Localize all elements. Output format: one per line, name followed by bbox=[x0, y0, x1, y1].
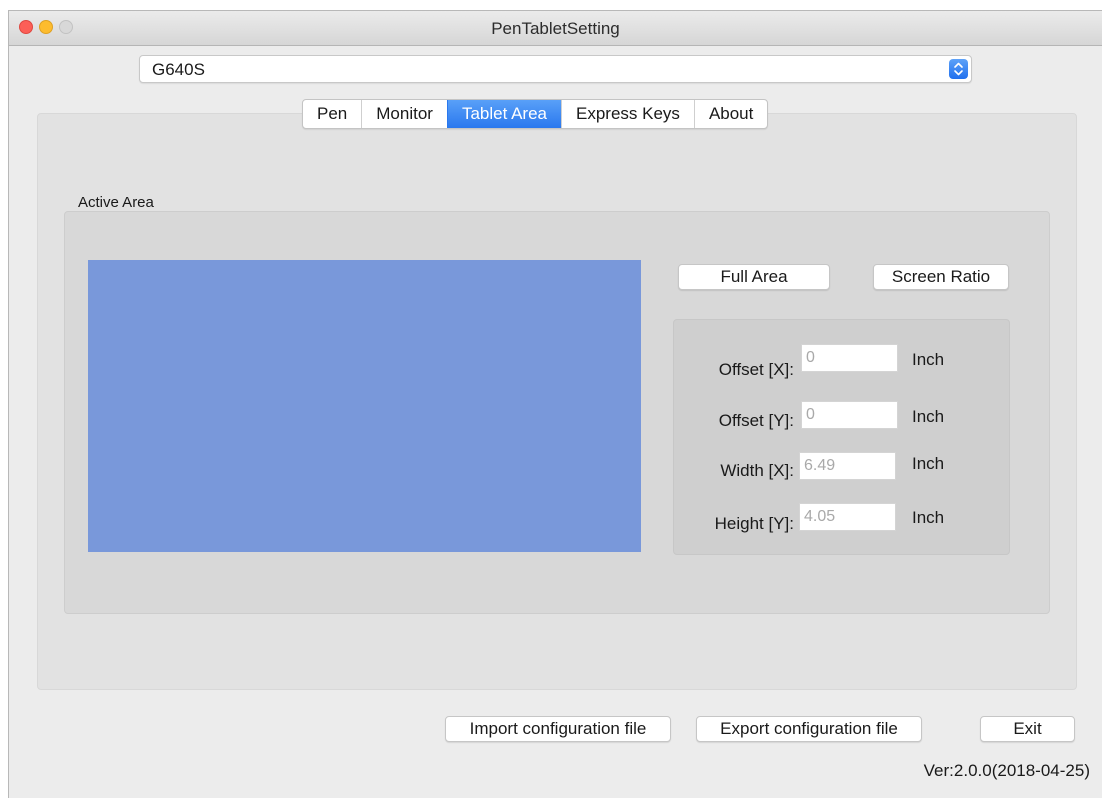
screen-ratio-button[interactable]: Screen Ratio bbox=[873, 264, 1009, 290]
active-area-group-title: Active Area bbox=[78, 194, 154, 211]
device-select-value: G640S bbox=[152, 60, 205, 79]
full-area-button[interactable]: Full Area bbox=[678, 264, 830, 290]
tab-about[interactable]: About bbox=[693, 100, 767, 128]
tab-express-keys[interactable]: Express Keys bbox=[561, 100, 694, 128]
active-area-preview[interactable] bbox=[88, 260, 641, 552]
title-bar[interactable]: PenTabletSetting bbox=[9, 11, 1102, 46]
width-x-unit: Inch bbox=[912, 454, 945, 473]
offset-x-input[interactable]: 0 bbox=[801, 344, 898, 372]
tab-bar: Pen Monitor Tablet Area Express Keys Abo… bbox=[302, 99, 769, 129]
height-y-label: Height [Y]: bbox=[714, 514, 794, 533]
offset-y-label: Offset [Y]: bbox=[718, 411, 794, 430]
tab-monitor[interactable]: Monitor bbox=[361, 100, 447, 128]
updown-chevron-icon[interactable] bbox=[949, 59, 968, 79]
version-label: Ver:2.0.0(2018-04-25) bbox=[923, 761, 1090, 780]
offset-y-input[interactable]: 0 bbox=[801, 401, 898, 429]
height-y-unit: Inch bbox=[912, 508, 945, 527]
width-x-input[interactable]: 6.49 bbox=[799, 452, 896, 480]
device-select[interactable]: G640S bbox=[139, 55, 972, 83]
tab-pen[interactable]: Pen bbox=[303, 100, 361, 128]
width-x-label: Width [X]: bbox=[720, 461, 794, 480]
exit-button[interactable]: Exit bbox=[980, 716, 1075, 742]
import-config-button[interactable]: Import configuration file bbox=[445, 716, 671, 742]
offset-y-unit: Inch bbox=[912, 407, 945, 426]
height-y-input[interactable]: 4.05 bbox=[799, 503, 896, 531]
export-config-button[interactable]: Export configuration file bbox=[696, 716, 922, 742]
offset-x-unit: Inch bbox=[912, 350, 945, 369]
window-title: PenTabletSetting bbox=[491, 19, 620, 38]
tab-tablet-area[interactable]: Tablet Area bbox=[446, 100, 561, 128]
offset-x-label: Offset [X]: bbox=[718, 360, 794, 379]
